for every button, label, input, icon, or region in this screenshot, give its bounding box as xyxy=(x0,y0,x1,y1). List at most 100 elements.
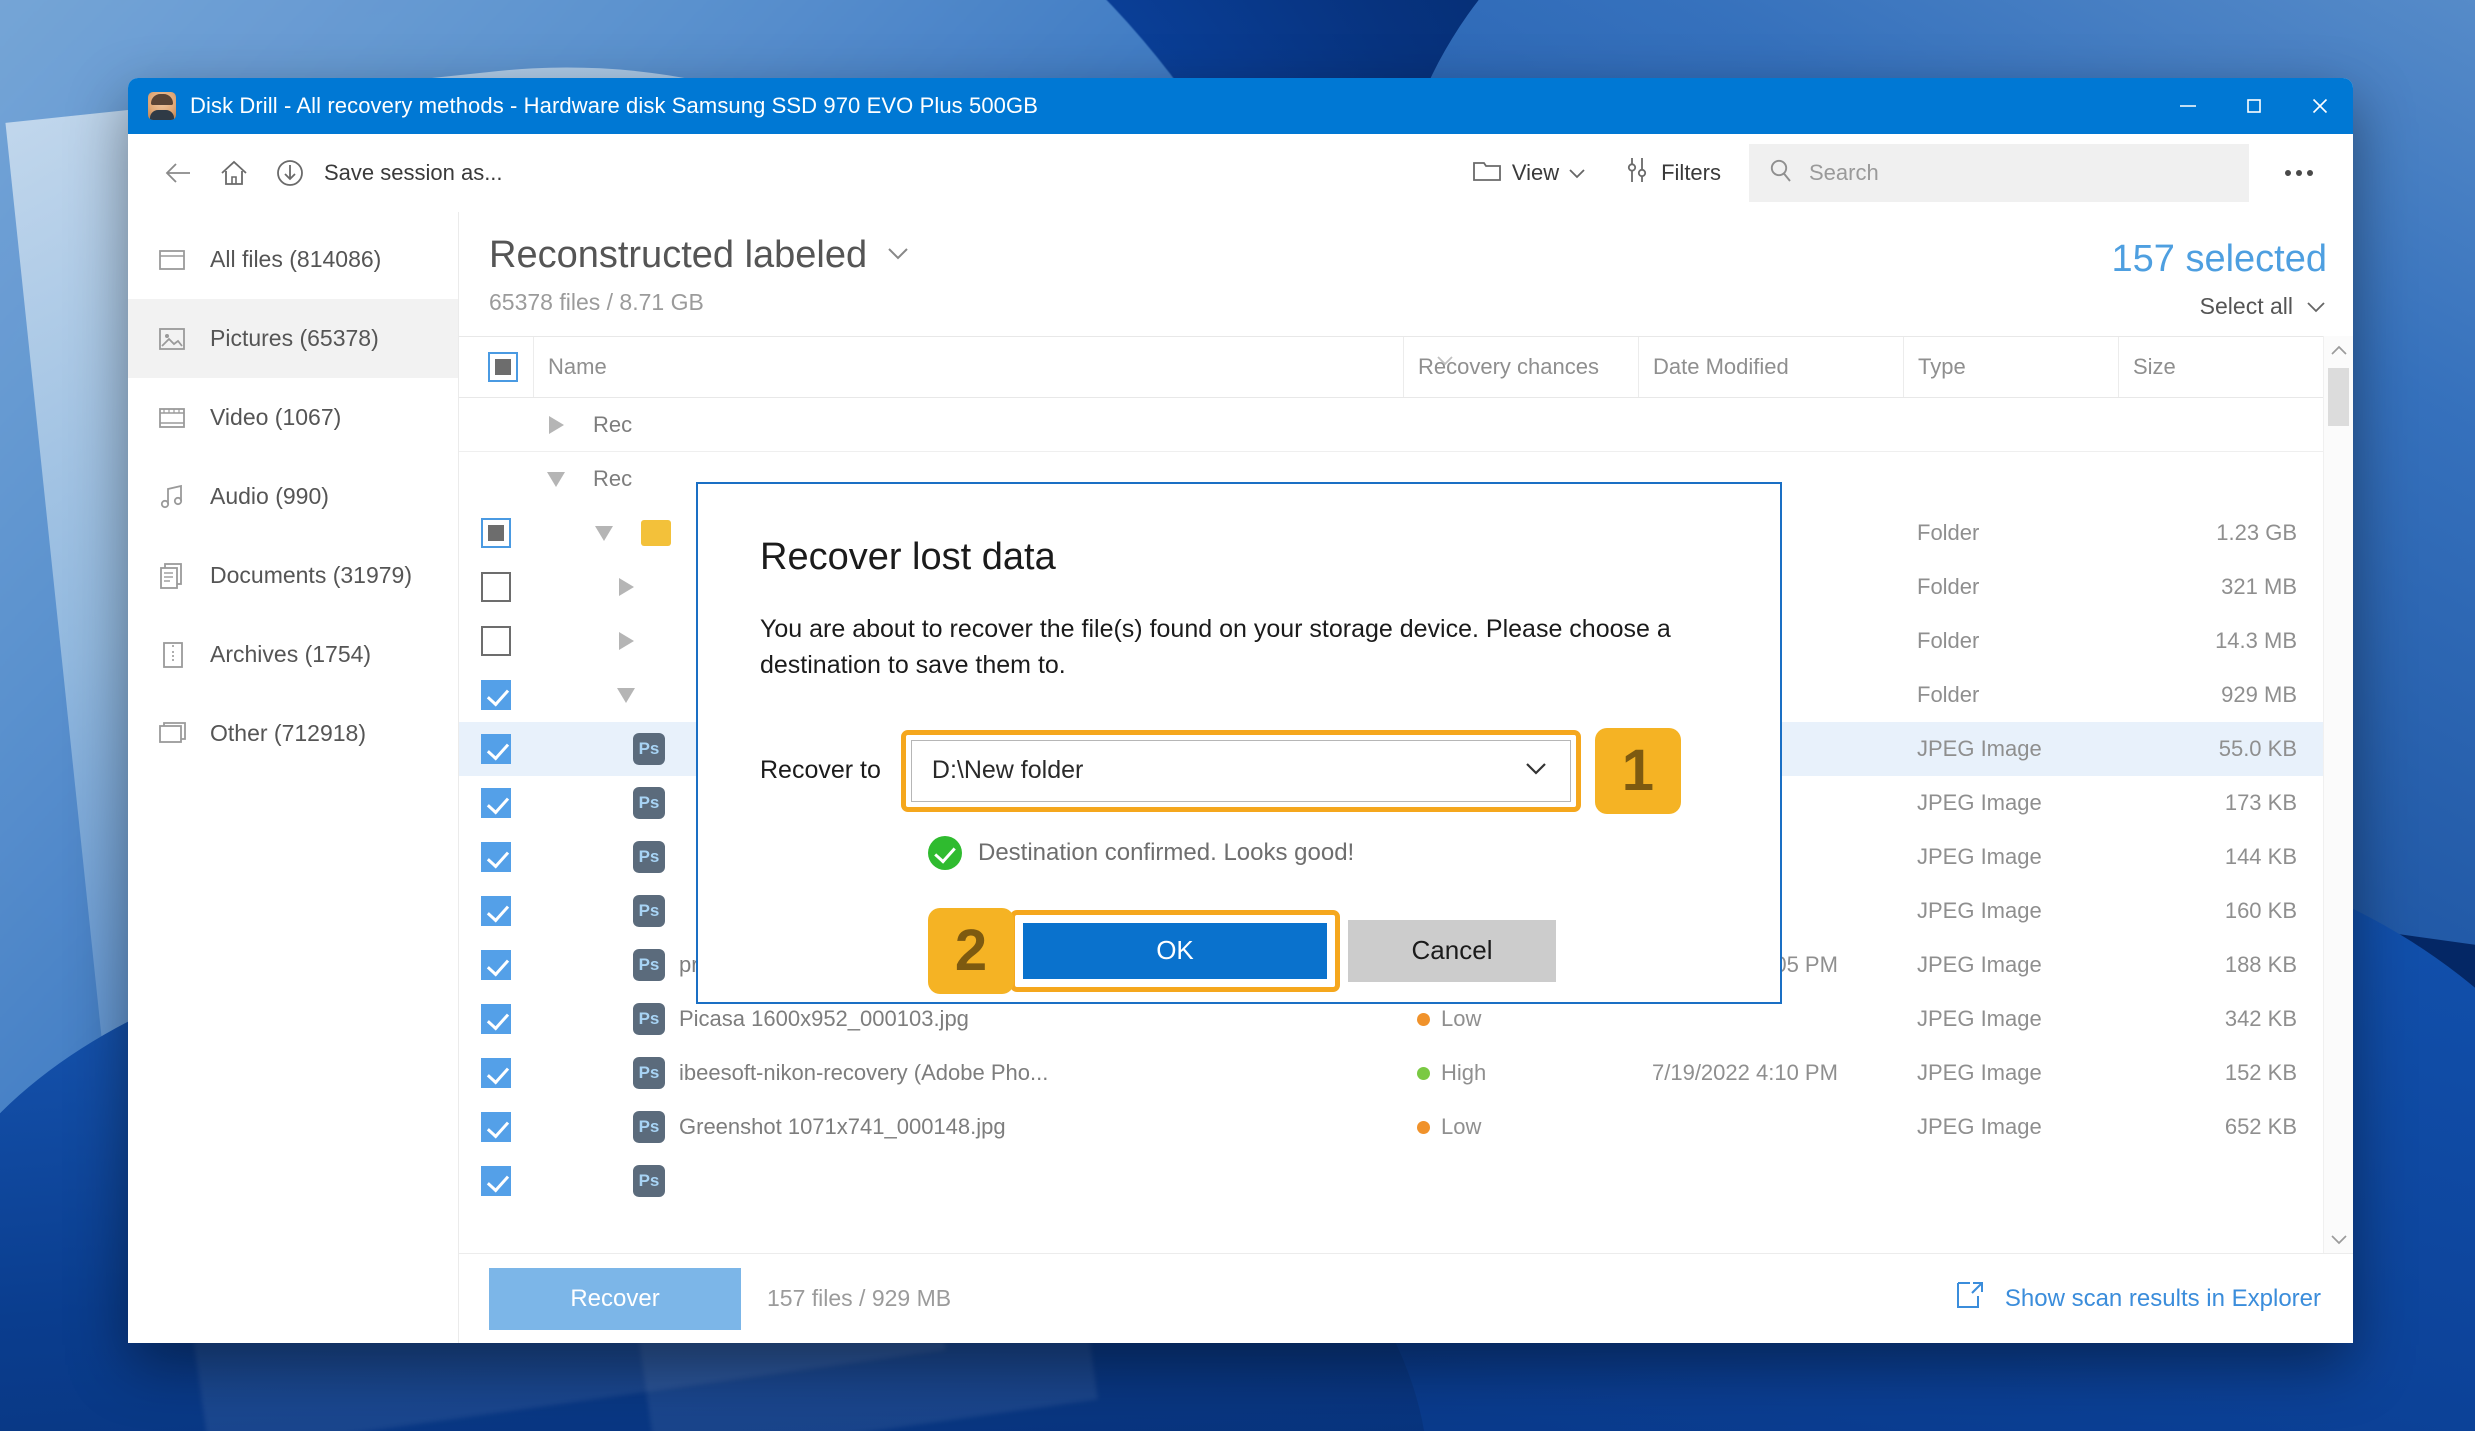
table-row[interactable]: Ps xyxy=(459,1154,2323,1208)
row-checkbox[interactable] xyxy=(481,788,511,818)
close-button[interactable] xyxy=(2287,78,2353,134)
results-header-left: Reconstructed labeled 65378 files / 8.71… xyxy=(489,234,2112,316)
row-checkbox-cell[interactable] xyxy=(459,842,533,872)
photoshop-file-icon: Ps xyxy=(633,787,665,819)
expand-arrow-icon[interactable] xyxy=(603,632,649,650)
recover-button[interactable]: Recover xyxy=(489,1267,741,1330)
show-in-explorer-label: Show scan results in Explorer xyxy=(2004,1284,2321,1312)
collapse-arrow-icon[interactable] xyxy=(603,687,649,703)
row-checkbox[interactable] xyxy=(481,572,511,602)
table-row[interactable]: Ps ibeesoft-nikon-recovery (Adobe Pho...… xyxy=(459,1046,2323,1100)
row-checkbox[interactable] xyxy=(481,1112,511,1142)
table-scrollbar[interactable] xyxy=(2323,336,2353,1253)
select-all-button[interactable]: Select all xyxy=(2112,293,2328,320)
audio-icon xyxy=(156,480,190,514)
row-checkbox-cell[interactable] xyxy=(459,734,533,764)
search-input[interactable]: Search xyxy=(1749,144,2249,202)
sidebar-item-all-files[interactable]: All files (814086) xyxy=(128,220,458,299)
row-size-cell: 173 KB xyxy=(2224,790,2297,815)
sidebar-item-audio[interactable]: Audio (990) xyxy=(128,457,458,536)
back-arrow-icon[interactable] xyxy=(150,147,206,199)
bottom-action-bar: Recover 157 files / 929 MB Show scan res… xyxy=(459,1253,2353,1343)
row-checkbox-cell[interactable] xyxy=(459,680,533,710)
home-icon[interactable] xyxy=(206,147,262,199)
table-row[interactable]: Rec xyxy=(459,398,2323,452)
cancel-button[interactable]: Cancel xyxy=(1348,919,1556,982)
save-session-label[interactable]: Save session as... xyxy=(318,160,511,186)
scroll-down-icon[interactable] xyxy=(2324,1225,2353,1253)
row-checkbox[interactable] xyxy=(481,680,511,710)
row-checkbox[interactable] xyxy=(481,1166,511,1196)
row-checkbox[interactable] xyxy=(481,734,511,764)
sidebar-item-other[interactable]: Other (712918) xyxy=(128,694,458,773)
row-checkbox[interactable] xyxy=(481,1004,511,1034)
filters-button[interactable]: Filters xyxy=(1621,154,1721,192)
row-type-cell: Folder xyxy=(1917,682,1980,707)
sidebar-item-video[interactable]: Video (1067) xyxy=(128,378,458,457)
table-row[interactable]: Ps Greenshot 1071x741_000148.jpg Low JPE… xyxy=(459,1100,2323,1154)
chevron-down-icon[interactable] xyxy=(1522,756,1550,785)
row-type-cell: JPEG Image xyxy=(1917,1006,2042,1031)
destination-select[interactable]: D:\New folder xyxy=(910,739,1571,802)
results-subtitle: 65378 files / 8.71 GB xyxy=(489,289,704,315)
view-menu-button[interactable]: View xyxy=(1470,155,1587,191)
scrollbar-thumb[interactable] xyxy=(2328,368,2349,426)
row-checkbox[interactable] xyxy=(481,626,511,656)
row-name-cell: Ps xyxy=(533,1165,1403,1197)
row-name-cell: Ps Greenshot 1071x741_000148.jpg xyxy=(533,1111,1403,1143)
show-in-explorer-button[interactable]: Show scan results in Explorer xyxy=(1953,1278,2321,1319)
maximize-button[interactable] xyxy=(2221,78,2287,134)
row-checkbox-cell[interactable] xyxy=(459,1112,533,1142)
row-checkbox-cell[interactable] xyxy=(459,1058,533,1088)
row-checkbox-cell[interactable] xyxy=(459,896,533,926)
row-checkbox[interactable] xyxy=(481,518,511,548)
row-type-cell: JPEG Image xyxy=(1917,844,2042,869)
row-checkbox-cell[interactable] xyxy=(459,788,533,818)
row-chance: Low xyxy=(1441,1006,1482,1031)
sidebar-item-documents[interactable]: Documents (31979) xyxy=(128,536,458,615)
results-title-row[interactable]: Reconstructed labeled xyxy=(489,234,2112,277)
window-title: Disk Drill - All recovery methods - Hard… xyxy=(190,93,1038,118)
column-header-name[interactable]: Name xyxy=(533,337,1403,397)
row-type-cell: Folder xyxy=(1917,520,1980,545)
column-header-date-modified[interactable]: Date Modified xyxy=(1638,337,1903,397)
sidebar-item-archives[interactable]: Archives (1754) xyxy=(128,615,458,694)
chevron-down-icon[interactable] xyxy=(885,244,911,267)
select-all-checkbox[interactable] xyxy=(459,337,533,397)
header-checkbox[interactable] xyxy=(488,352,518,382)
chance-dot-low xyxy=(1417,1120,1430,1134)
sidebar-item-pictures[interactable]: Pictures (65378) xyxy=(128,299,458,378)
row-checkbox-cell[interactable] xyxy=(459,518,533,548)
collapse-arrow-icon[interactable] xyxy=(533,471,579,487)
row-checkbox-cell[interactable] xyxy=(459,1004,533,1034)
column-header-size[interactable]: Size xyxy=(2118,337,2323,397)
row-size-cell: 144 KB xyxy=(2224,844,2297,869)
collapse-arrow-icon[interactable] xyxy=(581,525,627,541)
scroll-up-icon[interactable] xyxy=(2324,336,2353,364)
row-checkbox[interactable] xyxy=(481,950,511,980)
destination-status: Destination confirmed. Looks good! xyxy=(760,835,1718,870)
more-options-icon[interactable] xyxy=(2271,147,2327,199)
row-checkbox[interactable] xyxy=(481,896,511,926)
row-checkbox[interactable] xyxy=(481,842,511,872)
row-checkbox[interactable] xyxy=(481,1058,511,1088)
row-size-cell: 152 KB xyxy=(2224,1060,2297,1085)
row-chance-cell: High xyxy=(1403,1060,1638,1086)
selected-count: 157 selected xyxy=(2111,238,2328,280)
sidebar-label: All files (814086) xyxy=(210,246,382,272)
minimize-button[interactable] xyxy=(2155,78,2221,134)
expand-arrow-icon[interactable] xyxy=(533,415,579,434)
row-checkbox-cell[interactable] xyxy=(459,950,533,980)
row-checkbox-cell[interactable] xyxy=(459,1166,533,1196)
expand-arrow-icon[interactable] xyxy=(603,578,649,596)
row-chance-cell: Low xyxy=(1403,1114,1638,1140)
row-checkbox-cell[interactable] xyxy=(459,572,533,602)
ok-button[interactable]: OK xyxy=(1020,919,1330,982)
select-all-label: Select all xyxy=(2199,293,2293,319)
title-bar: Disk Drill - All recovery methods - Hard… xyxy=(128,78,2353,134)
column-header-type[interactable]: Type xyxy=(1903,337,2118,397)
chance-dot-low xyxy=(1417,1012,1430,1026)
save-session-icon[interactable] xyxy=(262,147,318,199)
row-checkbox-cell[interactable] xyxy=(459,626,533,656)
row-name: Picasa 1600x952_000103.jpg xyxy=(679,1006,969,1031)
